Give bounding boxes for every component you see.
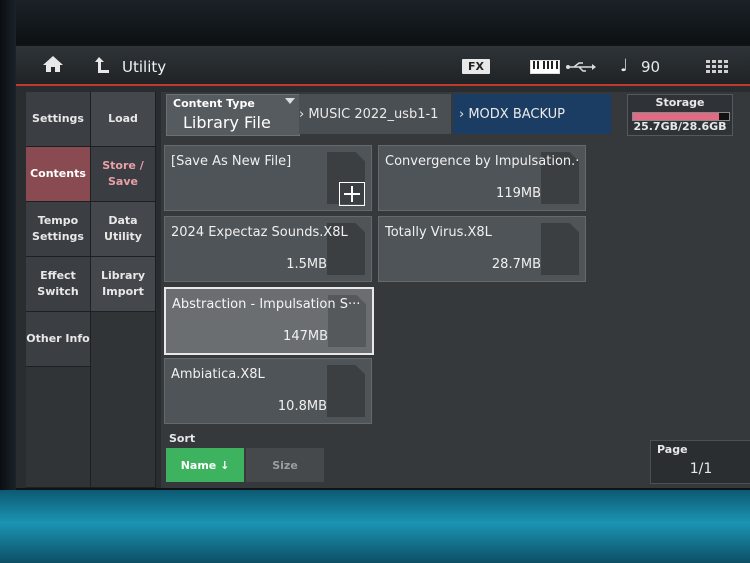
- plus-icon: [339, 182, 365, 206]
- subtab-empty: [91, 312, 156, 488]
- tab-other-info[interactable]: Other Info: [26, 312, 91, 367]
- subtab-data-utility-label: Data Utility: [104, 214, 142, 243]
- subtab-store-save[interactable]: Store / Save: [91, 147, 156, 202]
- subtab-library-import[interactable]: Library Import: [91, 257, 156, 312]
- content-type-selector[interactable]: Content Type Library File: [166, 94, 300, 136]
- tab-empty: [26, 367, 91, 488]
- file-tile[interactable]: Convergence by Impulsation.··· 119MB: [378, 145, 586, 211]
- tempo-note-icon: ♩: [620, 56, 629, 76]
- file-tile[interactable]: Ambiatica.X8L 10.8MB: [164, 358, 372, 424]
- home-icon[interactable]: [42, 55, 64, 73]
- subtab-store-save-label: Store / Save: [102, 159, 144, 188]
- back-arrow-icon[interactable]: [94, 56, 110, 74]
- quick-access-grid-icon[interactable]: [706, 60, 728, 74]
- breadcrumb-folder-modx-backup-label: › MODX BACKUP: [459, 106, 566, 122]
- content-type-label: Content Type: [173, 97, 255, 110]
- file-size: 147MB: [283, 329, 328, 344]
- content-type-value: Library File: [183, 113, 271, 132]
- tab-settings-label: Settings: [32, 112, 84, 125]
- keyboard-icon: [530, 60, 560, 74]
- tab-contents-label: Contents: [30, 167, 86, 180]
- file-size: 119MB: [496, 186, 541, 201]
- file-tile-selected[interactable]: Abstraction - Impulsation S··· 147MB: [164, 287, 374, 355]
- subtab-load-label: Load: [108, 112, 138, 125]
- file-name: 2024 Expectaz Sounds.X8L: [171, 225, 348, 240]
- storage-bar-fill: [633, 113, 720, 120]
- tab-contents[interactable]: Contents: [26, 147, 91, 202]
- subtab-load[interactable]: Load: [91, 92, 156, 147]
- tempo-value[interactable]: 90: [641, 58, 660, 76]
- file-name: Abstraction - Impulsation S···: [172, 297, 361, 312]
- page-indicator: Page 1/1: [650, 440, 750, 484]
- tab-settings[interactable]: Settings: [26, 92, 91, 147]
- device-bezel-bottom: [0, 490, 750, 563]
- page-value: 1/1: [689, 461, 713, 477]
- file-tile-save-new[interactable]: [Save As New File]: [164, 145, 372, 211]
- tab-effect-switch-label: Effect Switch: [37, 269, 79, 298]
- breadcrumb-folder-modx-backup[interactable]: › MODX BACKUP: [453, 94, 611, 134]
- file-name: Ambiatica.X8L: [171, 367, 265, 382]
- file-size: 1.5MB: [286, 257, 327, 272]
- subtab-data-utility[interactable]: Data Utility: [91, 202, 156, 257]
- storage-label: Storage: [655, 96, 705, 109]
- sort-label: Sort: [169, 432, 196, 445]
- device-screen: Utility FX ♩ 90 Settings Contents Tempo …: [16, 46, 750, 488]
- file-name: [Save As New File]: [171, 154, 292, 169]
- breadcrumb-folder-music-label: › MUSIC 2022_usb1-1: [299, 106, 439, 122]
- device-bezel-top: [0, 0, 750, 44]
- sort-by-size-button[interactable]: Size: [246, 448, 324, 482]
- subtab-library-import-label: Library Import: [100, 269, 146, 298]
- file-tile[interactable]: Totally Virus.X8L 28.7MB: [378, 216, 586, 282]
- page-title: Utility: [122, 58, 167, 76]
- usb-icon: [566, 62, 596, 72]
- tab-tempo-settings[interactable]: Tempo Settings: [26, 202, 91, 257]
- storage-indicator: Storage 25.7GB/28.6GB: [627, 94, 733, 136]
- file-size: 28.7MB: [491, 257, 541, 272]
- title-bar: Utility FX ♩ 90: [16, 46, 750, 86]
- dropdown-arrow-icon: [285, 98, 295, 104]
- file-tile[interactable]: 2024 Expectaz Sounds.X8L 1.5MB: [164, 216, 372, 282]
- page-label: Page: [657, 443, 688, 456]
- file-size: 10.8MB: [277, 399, 327, 414]
- breadcrumb-folder-music[interactable]: › MUSIC 2022_usb1-1: [299, 94, 451, 134]
- tab-effect-switch[interactable]: Effect Switch: [26, 257, 91, 312]
- storage-value: 25.7GB/28.6GB: [633, 120, 727, 133]
- sort-by-name-button[interactable]: Name ↓: [166, 448, 244, 482]
- tab-tempo-settings-label: Tempo Settings: [32, 214, 84, 243]
- file-name: Convergence by Impulsation.···: [385, 154, 580, 169]
- fx-badge: FX: [462, 59, 490, 74]
- file-name: Totally Virus.X8L: [385, 225, 492, 240]
- device-bezel-left: [0, 0, 16, 563]
- tab-other-info-label: Other Info: [26, 332, 90, 345]
